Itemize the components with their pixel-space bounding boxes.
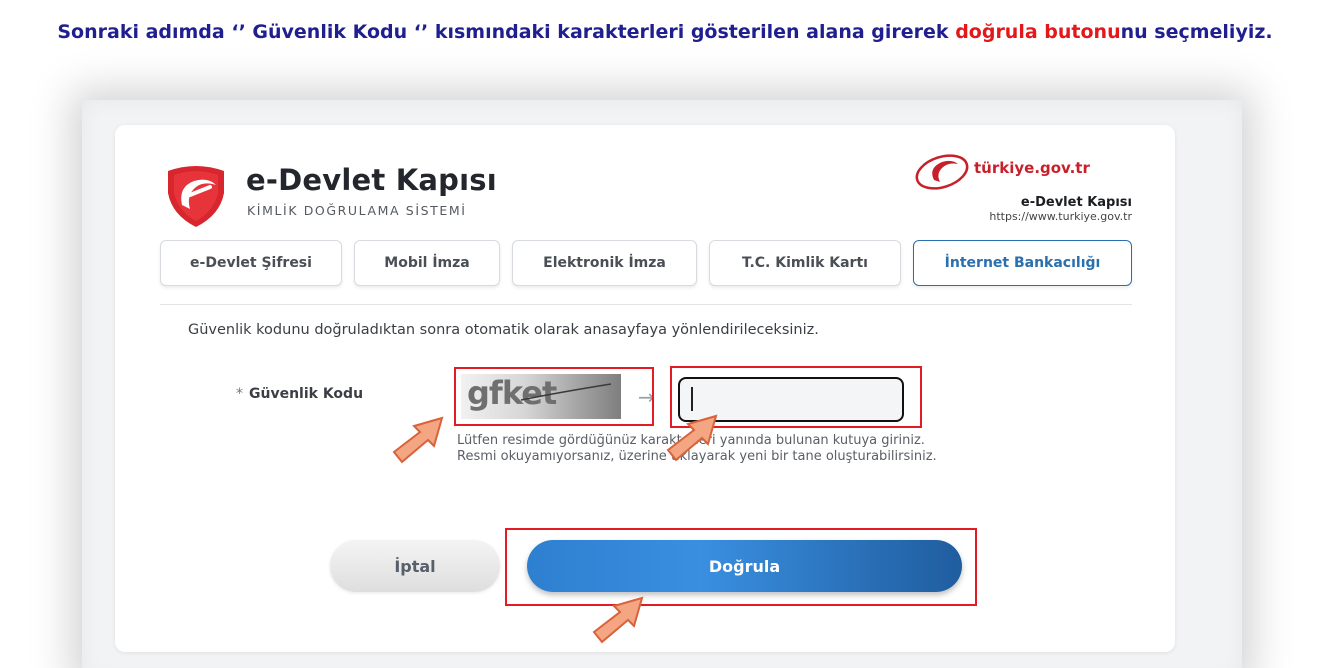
turkiye-gov-logo-icon[interactable] <box>912 150 978 192</box>
arrow-right-icon: → <box>638 385 655 409</box>
security-code-input[interactable] <box>678 377 904 422</box>
portal-caption: e-Devlet Kapısı <box>1020 195 1132 210</box>
captcha-hint-line-2: Resmi okuyamıyorsanız, üzerine tıklayara… <box>457 448 937 464</box>
e-devlet-shield-logo <box>168 166 224 227</box>
instruction-part-2: nu seçmeliyiz. <box>1120 21 1273 43</box>
portal-logo-text[interactable]: türkiye.gov.tr <box>974 159 1090 177</box>
verify-button[interactable]: Doğrula <box>527 540 962 592</box>
security-code-label: * Güvenlik Kodu <box>236 386 363 402</box>
captcha-image[interactable]: gfket <box>461 374 621 419</box>
brand-subtitle: KİMLİK DOĞRULAMA SİSTEMİ <box>247 203 467 218</box>
instruction-part-1: Sonraki adımda ‘’ Güvenlik Kodu ‘’ kısmı… <box>57 21 956 43</box>
cancel-button[interactable]: İptal <box>330 540 500 592</box>
redirect-info-text: Güvenlik kodunu doğruladıktan sonra otom… <box>188 322 819 338</box>
tab-internet-bankaciligi[interactable]: İnternet Bankacılığı <box>913 240 1132 286</box>
tab-tc-kimlik-karti[interactable]: T.C. Kimlik Kartı <box>709 240 901 286</box>
brand-title: e-Devlet Kapısı <box>246 163 497 197</box>
tab-mobil-imza[interactable]: Mobil İmza <box>354 240 500 286</box>
required-mark: * <box>236 386 243 402</box>
divider <box>160 304 1132 305</box>
text-caret <box>691 387 693 411</box>
tab-e-devlet-sifresi[interactable]: e-Devlet Şifresi <box>160 240 342 286</box>
captcha-hint: Lütfen resimde gördüğünüz karakterleri y… <box>457 433 987 464</box>
instruction-highlight: doğrula butonu <box>955 21 1121 43</box>
instruction-text: Sonraki adımda ‘’ Güvenlik Kodu ‘’ kısmı… <box>40 18 1290 46</box>
captcha-noise-line <box>520 383 612 401</box>
captcha-hint-line-1: Lütfen resimde gördüğünüz karakterleri y… <box>457 433 925 448</box>
portal-url: https://www.turkiye.gov.tr <box>989 210 1132 223</box>
tab-elektronik-imza[interactable]: Elektronik İmza <box>512 240 697 286</box>
security-code-label-text: Güvenlik Kodu <box>249 386 364 402</box>
